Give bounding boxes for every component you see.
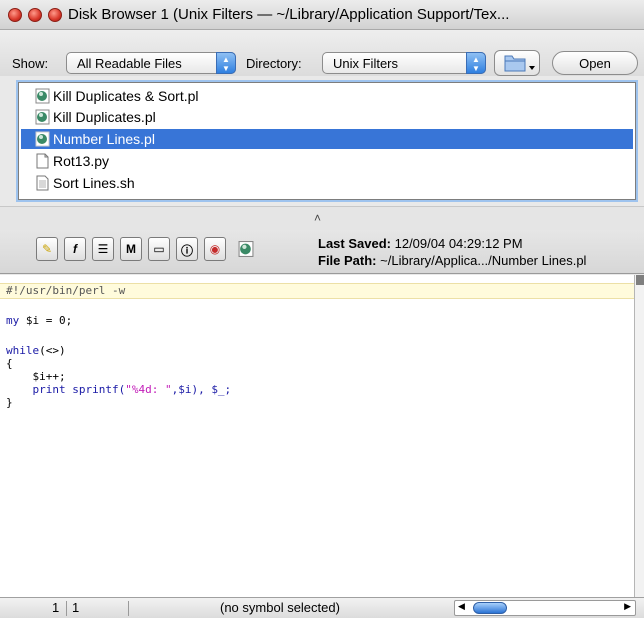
info-icon: ⓘ: [180, 244, 193, 258]
symbol-popup[interactable]: (no symbol selected): [220, 600, 340, 615]
code-line-4: {: [6, 357, 13, 370]
perl-script-icon: [35, 88, 50, 104]
status-divider: [128, 601, 129, 616]
last-saved-label: Last Saved:: [318, 236, 391, 251]
text-document-icon: [36, 175, 49, 191]
function-menu-button[interactable]: f: [64, 237, 86, 261]
info-button[interactable]: ⓘ: [176, 237, 198, 261]
document-toolbar: ✎ f ☰ M ▭ ⓘ ◉ Last Saved: 12/09/04 04:29…: [0, 230, 644, 274]
code-token: ,$i), $_;: [171, 383, 232, 396]
code-line-6: print sprintf("%4d: ",$i), $_;: [6, 383, 231, 397]
popup-arrows-icon: ▲ ▼: [466, 52, 486, 74]
line-number[interactable]: 1: [52, 600, 59, 615]
function-icon: f: [73, 242, 77, 256]
split-view-divider[interactable]: ˄: [0, 206, 644, 230]
show-popup[interactable]: All Readable Files ▲ ▼: [66, 52, 236, 74]
perl-script-icon: [35, 109, 50, 125]
code-line-1: #!/usr/bin/perl -w: [6, 284, 126, 297]
file-path: File Path: ~/Library/Applica.../Number L…: [318, 253, 644, 268]
status-bar: 1 1 (no symbol selected) ◀ ▶: [0, 597, 644, 618]
help-icon: ◉: [209, 242, 221, 256]
open-button[interactable]: Open: [552, 51, 638, 75]
code-editor[interactable]: #!/usr/bin/perl -w my $i = 0; while(<>) …: [0, 275, 634, 597]
code-line-3: while(<>): [6, 344, 66, 358]
scrollbar-thumb[interactable]: [636, 275, 644, 285]
file-path-label: File Path:: [318, 253, 377, 268]
collapse-chevron-icon[interactable]: ˄: [314, 211, 321, 225]
document-icon: [36, 153, 49, 169]
list-icon: ☰: [97, 242, 109, 256]
mark-menu-button[interactable]: M: [120, 237, 142, 261]
directory-popup[interactable]: Unix Filters ▲ ▼: [322, 52, 486, 74]
title-bar: Disk Browser 1 (Unix Filters — ~/Library…: [0, 0, 644, 30]
list-item[interactable]: Rot13.py: [21, 151, 633, 171]
code-token: (<>): [39, 344, 66, 357]
code-line-2: my $i = 0;: [6, 314, 72, 328]
code-line-7: }: [6, 396, 13, 409]
scroll-left-arrow-icon[interactable]: ◀: [458, 601, 465, 612]
show-label: Show:: [12, 56, 49, 71]
string-token: "%4d: ": [125, 383, 172, 396]
markers-menu-button[interactable]: ☰: [92, 237, 114, 261]
code-token: $i = 0;: [19, 314, 73, 327]
perl-script-icon: [238, 241, 254, 257]
document-menu-button[interactable]: ▭: [148, 237, 170, 261]
close-button[interactable]: [8, 8, 22, 22]
file-list[interactable]: Kill Duplicates & Sort.pl Kill Duplicate…: [18, 82, 636, 200]
file-name: Rot13.py: [53, 153, 110, 169]
folder-menu-button[interactable]: [494, 50, 540, 76]
pencil-icon: ✎: [41, 242, 53, 256]
folder-icon: [504, 55, 535, 72]
status-divider: [66, 601, 67, 616]
file-name: Sort Lines.sh: [53, 175, 135, 191]
scrollbar-thumb[interactable]: [473, 602, 507, 614]
m-icon: M: [126, 242, 136, 256]
help-button[interactable]: ◉: [204, 237, 226, 261]
window-title: Disk Browser 1 (Unix Filters — ~/Library…: [68, 6, 510, 23]
zoom-button[interactable]: [48, 8, 62, 22]
keyword-token: my: [6, 314, 20, 327]
list-item[interactable]: Kill Duplicates.pl: [21, 107, 633, 127]
perl-script-icon: [35, 131, 50, 147]
code-token: print sprintf(: [6, 383, 126, 396]
column-number[interactable]: 1: [72, 600, 79, 615]
document-menu-icon: ▭: [153, 242, 165, 256]
directory-label: Directory:: [246, 56, 302, 71]
list-item[interactable]: Kill Duplicates & Sort.pl: [21, 86, 633, 106]
file-name: Kill Duplicates & Sort.pl: [53, 88, 199, 104]
show-popup-value: All Readable Files: [77, 56, 182, 71]
last-saved-value: 12/09/04 04:29:12 PM: [394, 236, 523, 251]
minimize-button[interactable]: [28, 8, 42, 22]
vertical-scrollbar[interactable]: [634, 275, 644, 597]
popup-arrows-icon: ▲ ▼: [216, 52, 236, 74]
horizontal-scrollbar[interactable]: ◀ ▶: [454, 600, 636, 616]
code-line-5: $i++;: [6, 370, 66, 383]
file-path-value: ~/Library/Applica.../Number Lines.pl: [380, 253, 587, 268]
edit-pencil-button[interactable]: ✎: [36, 237, 58, 261]
scroll-right-arrow-icon[interactable]: ▶: [624, 601, 631, 612]
directory-popup-value: Unix Filters: [333, 56, 399, 71]
list-item-selected[interactable]: Number Lines.pl: [21, 129, 633, 149]
list-item[interactable]: Sort Lines.sh: [21, 173, 633, 193]
keyword-token: while: [6, 344, 40, 357]
file-name: Number Lines.pl: [53, 131, 155, 147]
file-name: Kill Duplicates.pl: [53, 109, 156, 125]
last-saved: Last Saved: 12/09/04 04:29:12 PM: [318, 236, 523, 251]
